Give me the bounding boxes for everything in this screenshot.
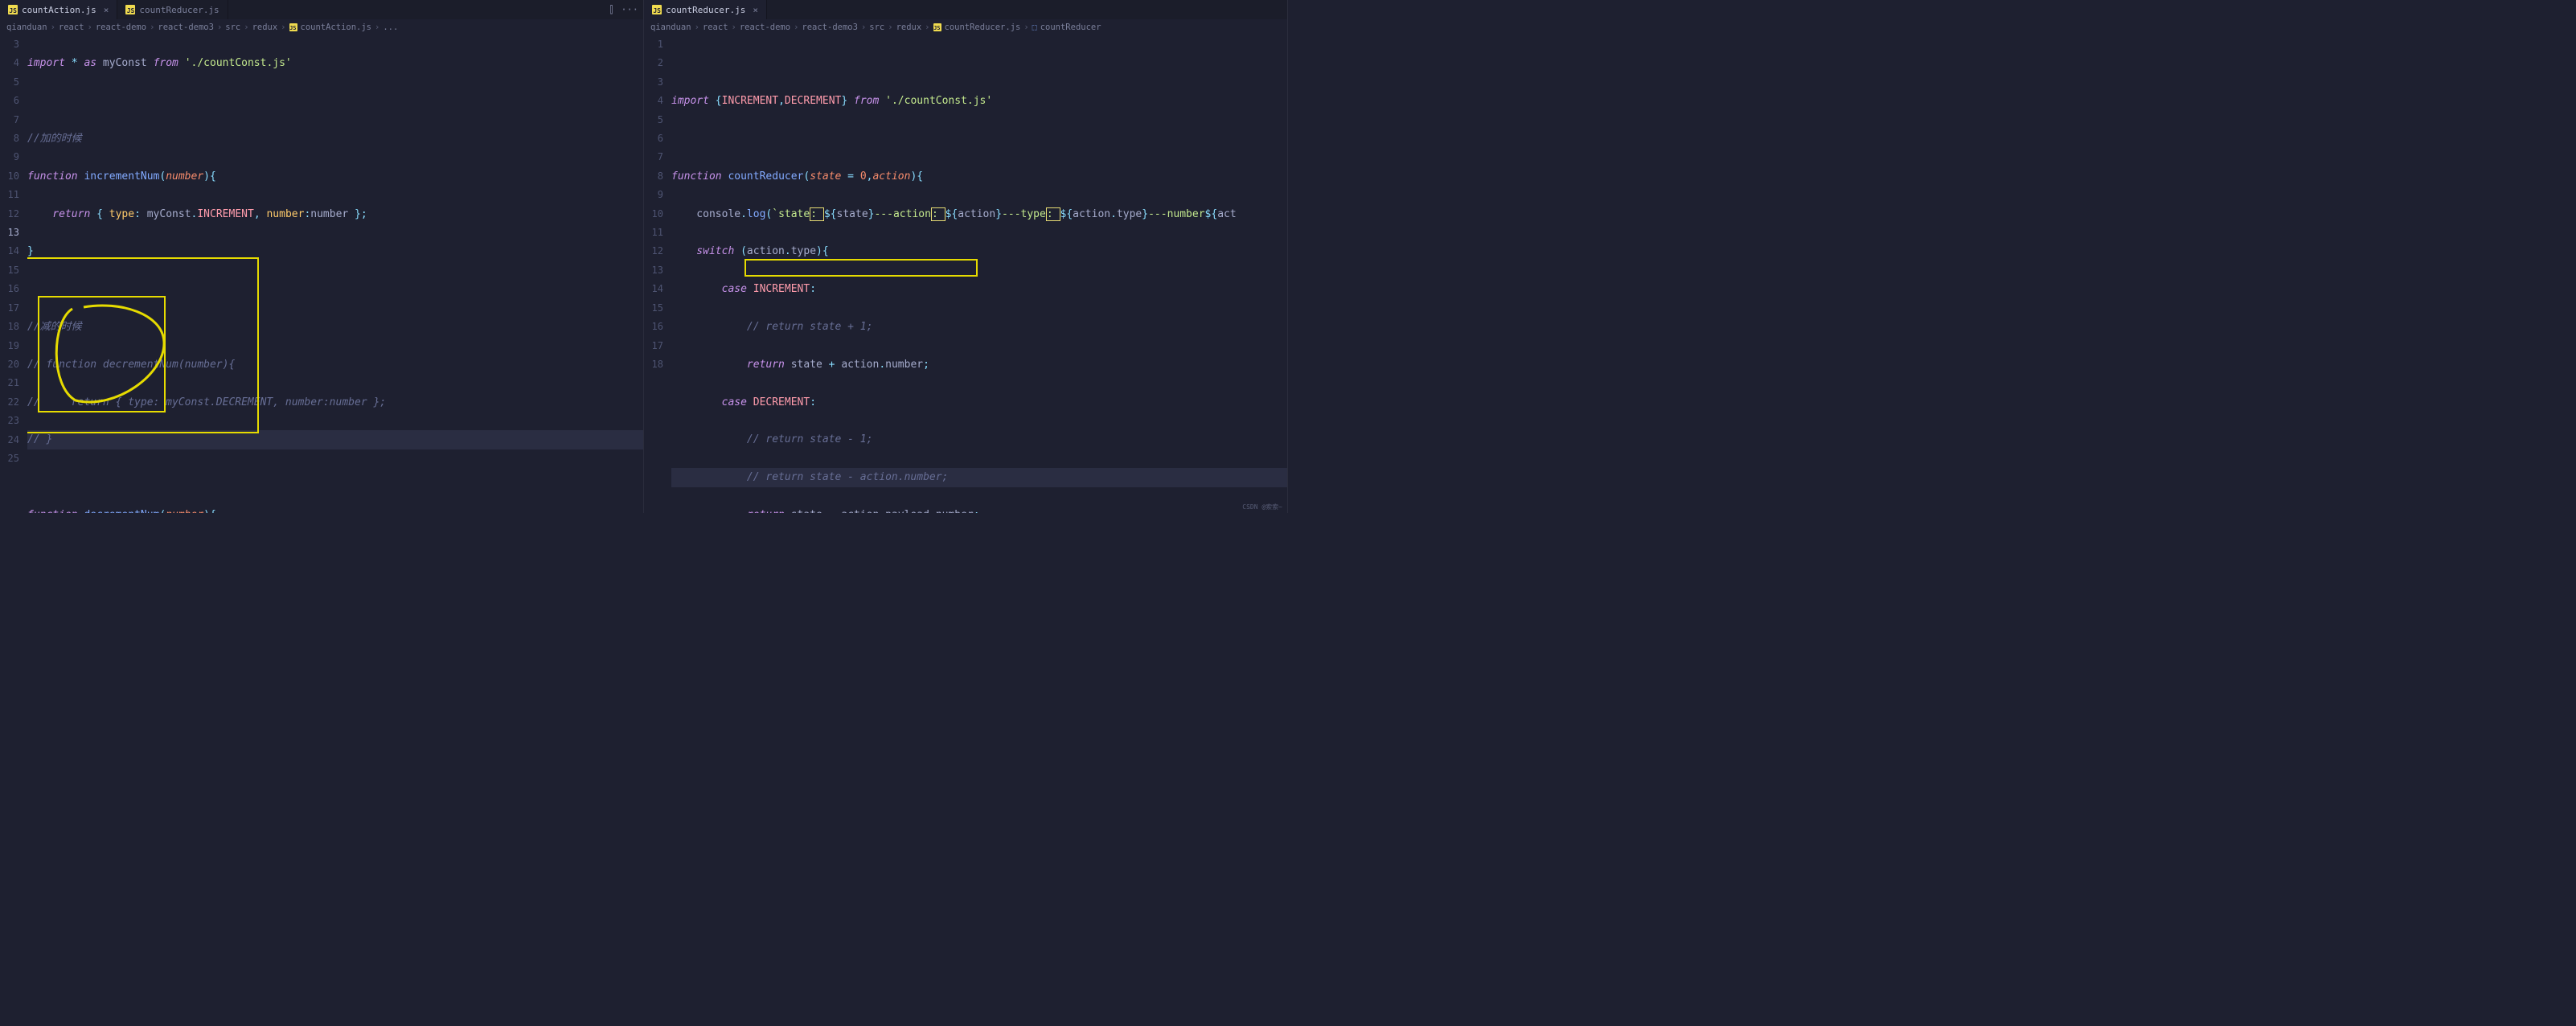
tab-countreducer-left[interactable]: JS countReducer.js [117, 0, 228, 19]
more-icon[interactable]: ··· [621, 4, 638, 15]
js-icon: JS [289, 23, 297, 31]
js-icon: JS [652, 5, 662, 14]
code-left[interactable]: import * as myConst from './countConst.j… [27, 35, 643, 513]
editor-pane-left: JS countAction.js × JS countReducer.js ⫿… [0, 0, 644, 513]
tabbar-right: JS countReducer.js × [644, 0, 1287, 19]
gutter-left: 3 4 5 6 7 8 9 10 11 12 13 14 15 16 17 18… [0, 35, 27, 513]
editor-right[interactable]: 1 2 3 4 5 6 7 8 9 10 11 12 13 14 15 16 1… [644, 35, 1287, 513]
crumb[interactable]: countReducer [1040, 23, 1101, 32]
crumb[interactable]: src [869, 23, 884, 32]
code-right[interactable]: import {INCREMENT,DECREMENT} from './cou… [671, 35, 1287, 513]
crumb[interactable]: react [703, 23, 728, 32]
crumb[interactable]: countAction.js [301, 23, 372, 32]
js-icon: JS [933, 23, 941, 31]
crumb[interactable]: ... [383, 23, 398, 32]
editor-left[interactable]: 3 4 5 6 7 8 9 10 11 12 13 14 15 16 17 18… [0, 35, 643, 513]
editor-pane-right: JS countReducer.js × qianduan› react› re… [644, 0, 1288, 513]
crumb[interactable]: react-demo [740, 23, 790, 32]
crumb[interactable]: src [225, 23, 240, 32]
js-icon: JS [125, 5, 135, 14]
split-editor-icon[interactable]: ⫿ [609, 4, 613, 16]
crumb[interactable]: qianduan [6, 23, 47, 32]
breadcrumb-right[interactable]: qianduan› react› react-demo› react-demo3… [644, 19, 1287, 35]
crumb[interactable]: redux [896, 23, 922, 32]
tabbar-left: JS countAction.js × JS countReducer.js ⫿… [0, 0, 643, 19]
crumb[interactable]: redux [252, 23, 278, 32]
annotation-return-box [744, 259, 978, 277]
crumb[interactable]: react-demo [96, 23, 146, 32]
js-icon: JS [8, 5, 18, 14]
tab-label: countReducer.js [666, 5, 745, 15]
crumb[interactable]: countReducer.js [945, 23, 1021, 32]
crumb[interactable]: react-demo3 [158, 23, 214, 32]
tab-countaction[interactable]: JS countAction.js × [0, 0, 117, 19]
crumb[interactable]: react [59, 23, 84, 32]
cube-icon: ⬚ [1032, 23, 1037, 32]
tab-countreducer[interactable]: JS countReducer.js × [644, 0, 767, 19]
tab-label: countReducer.js [139, 5, 219, 15]
crumb[interactable]: react-demo3 [802, 23, 858, 32]
watermark: CSDN @索索~ [1242, 503, 1282, 511]
close-icon[interactable]: × [104, 5, 109, 15]
breadcrumb-left[interactable]: qianduan› react› react-demo› react-demo3… [0, 19, 643, 35]
crumb[interactable]: qianduan [650, 23, 691, 32]
close-icon[interactable]: × [753, 5, 758, 15]
tab-label: countAction.js [22, 5, 96, 15]
gutter-right: 1 2 3 4 5 6 7 8 9 10 11 12 13 14 15 16 1… [644, 35, 671, 513]
